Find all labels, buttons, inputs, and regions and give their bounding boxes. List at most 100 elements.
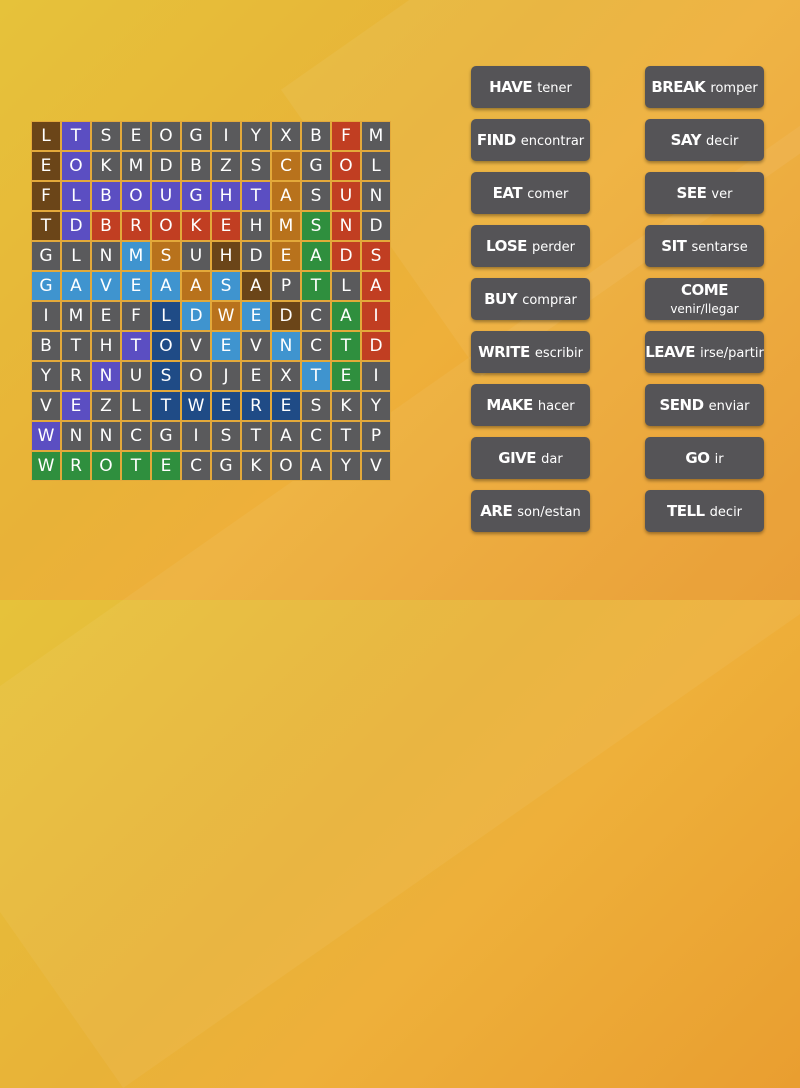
grid-cell[interactable]: H (212, 182, 240, 210)
grid-cell[interactable]: E (242, 302, 270, 330)
grid-cell[interactable]: L (62, 182, 90, 210)
grid-cell[interactable]: V (362, 452, 390, 480)
grid-cell[interactable]: M (122, 152, 150, 180)
grid-cell[interactable]: T (32, 212, 60, 240)
grid-cell[interactable]: I (212, 122, 240, 150)
grid-cell[interactable]: U (332, 182, 360, 210)
grid-cell[interactable]: A (332, 302, 360, 330)
grid-cell[interactable]: M (62, 302, 90, 330)
grid-cell[interactable]: O (152, 122, 180, 150)
grid-cell[interactable]: E (212, 332, 240, 360)
grid-cell[interactable]: E (242, 362, 270, 390)
grid-cell[interactable]: T (122, 452, 150, 480)
grid-cell[interactable]: T (152, 392, 180, 420)
grid-cell[interactable]: D (332, 242, 360, 270)
grid-cell[interactable]: L (362, 152, 390, 180)
grid-cell[interactable]: J (212, 362, 240, 390)
grid-cell[interactable]: C (272, 152, 300, 180)
grid-cell[interactable]: N (62, 422, 90, 450)
grid-cell[interactable]: W (32, 422, 60, 450)
grid-cell[interactable]: A (362, 272, 390, 300)
grid-cell[interactable]: O (182, 362, 210, 390)
grid-cell[interactable]: Z (212, 152, 240, 180)
grid-cell[interactable]: M (362, 122, 390, 150)
grid-cell[interactable]: L (152, 302, 180, 330)
grid-cell[interactable]: K (242, 452, 270, 480)
grid-cell[interactable]: W (212, 302, 240, 330)
grid-cell[interactable]: H (92, 332, 120, 360)
word-tile-write[interactable]: WRITE escribir (471, 331, 590, 373)
grid-cell[interactable]: E (62, 392, 90, 420)
grid-cell[interactable]: A (182, 272, 210, 300)
word-tile-go[interactable]: GO ir (645, 437, 764, 479)
grid-cell[interactable]: Y (242, 122, 270, 150)
grid-cell[interactable]: E (32, 152, 60, 180)
grid-cell[interactable]: A (242, 272, 270, 300)
grid-cell[interactable]: P (362, 422, 390, 450)
grid-cell[interactable]: E (332, 362, 360, 390)
grid-cell[interactable]: N (92, 242, 120, 270)
word-tile-eat[interactable]: EAT comer (471, 172, 590, 214)
grid-cell[interactable]: S (302, 182, 330, 210)
grid-cell[interactable]: H (242, 212, 270, 240)
grid-cell[interactable]: T (122, 332, 150, 360)
grid-cell[interactable]: Y (332, 452, 360, 480)
grid-cell[interactable]: N (362, 182, 390, 210)
grid-cell[interactable]: A (62, 272, 90, 300)
grid-cell[interactable]: H (212, 242, 240, 270)
grid-cell[interactable]: D (242, 242, 270, 270)
grid-cell[interactable]: P (272, 272, 300, 300)
word-tile-say[interactable]: SAY decir (645, 119, 764, 161)
grid-cell[interactable]: W (182, 392, 210, 420)
grid-cell[interactable]: R (62, 362, 90, 390)
word-tile-buy[interactable]: BUY comprar (471, 278, 590, 320)
grid-cell[interactable]: C (122, 422, 150, 450)
grid-cell[interactable]: F (332, 122, 360, 150)
word-tile-sit[interactable]: SIT sentarse (645, 225, 764, 267)
grid-cell[interactable]: E (122, 272, 150, 300)
grid-cell[interactable]: Z (92, 392, 120, 420)
grid-cell[interactable]: T (302, 362, 330, 390)
word-tile-lose[interactable]: LOSE perder (471, 225, 590, 267)
grid-cell[interactable]: N (332, 212, 360, 240)
grid-cell[interactable]: A (272, 422, 300, 450)
grid-cell[interactable]: F (32, 182, 60, 210)
grid-cell[interactable]: U (122, 362, 150, 390)
grid-cell[interactable]: E (122, 122, 150, 150)
grid-cell[interactable]: B (182, 152, 210, 180)
grid-cell[interactable]: I (362, 302, 390, 330)
grid-cell[interactable]: G (182, 122, 210, 150)
grid-cell[interactable]: E (212, 212, 240, 240)
word-tile-send[interactable]: SEND enviar (645, 384, 764, 426)
grid-cell[interactable]: N (92, 422, 120, 450)
grid-cell[interactable]: O (332, 152, 360, 180)
grid-cell[interactable]: O (122, 182, 150, 210)
grid-cell[interactable]: E (212, 392, 240, 420)
grid-cell[interactable]: G (212, 452, 240, 480)
grid-cell[interactable]: N (92, 362, 120, 390)
grid-cell[interactable]: B (92, 182, 120, 210)
grid-cell[interactable]: B (302, 122, 330, 150)
grid-cell[interactable]: L (122, 392, 150, 420)
grid-cell[interactable]: K (92, 152, 120, 180)
grid-cell[interactable]: L (62, 242, 90, 270)
grid-cell[interactable]: S (302, 212, 330, 240)
word-tile-are[interactable]: ARE son/estan (471, 490, 590, 532)
grid-cell[interactable]: T (302, 272, 330, 300)
grid-cell[interactable]: G (32, 242, 60, 270)
grid-cell[interactable]: E (272, 392, 300, 420)
grid-cell[interactable]: V (32, 392, 60, 420)
grid-cell[interactable]: C (302, 302, 330, 330)
grid-cell[interactable]: D (62, 212, 90, 240)
grid-cell[interactable]: V (182, 332, 210, 360)
word-tile-tell[interactable]: TELL decir (645, 490, 764, 532)
grid-cell[interactable]: G (32, 272, 60, 300)
grid-cell[interactable]: T (62, 332, 90, 360)
word-tile-come[interactable]: COME venir/llegar (645, 278, 764, 320)
grid-cell[interactable]: M (272, 212, 300, 240)
word-tile-find[interactable]: FIND encontrar (471, 119, 590, 161)
grid-cell[interactable]: D (362, 332, 390, 360)
grid-cell[interactable]: L (32, 122, 60, 150)
grid-cell[interactable]: T (332, 422, 360, 450)
grid-cell[interactable]: Y (32, 362, 60, 390)
